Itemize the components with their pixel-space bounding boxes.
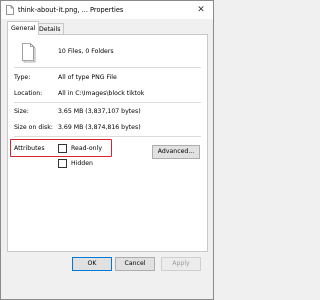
size-on-disk-value: 3.69 MB (3,874,816 bytes) xyxy=(58,124,141,131)
read-only-box[interactable] xyxy=(58,144,67,153)
tab-general[interactable]: General xyxy=(7,21,40,35)
read-only-checkbox[interactable]: Read-only xyxy=(58,144,102,153)
ok-button[interactable]: OK xyxy=(72,257,112,271)
title-bar: think-about-it.png, ... Properties ✕ xyxy=(1,1,213,19)
advanced-button[interactable]: Advanced... xyxy=(152,145,200,159)
hidden-label[interactable]: Hidden xyxy=(71,160,93,167)
window-title: think-about-it.png, ... Properties xyxy=(18,6,124,14)
file-icon xyxy=(6,5,14,15)
file-count: 10 Files, 0 Folders xyxy=(58,48,114,55)
type-label: Type: xyxy=(14,74,31,81)
hidden-checkbox[interactable]: Hidden xyxy=(58,159,93,168)
divider xyxy=(14,136,201,137)
size-label: Size: xyxy=(14,108,29,115)
location-label: Location: xyxy=(14,90,43,97)
general-panel: 10 Files, 0 Folders Type: All of type PN… xyxy=(7,34,208,252)
divider xyxy=(14,67,201,68)
type-value: All of type PNG File xyxy=(58,74,117,81)
tab-strip: General Details xyxy=(7,21,207,35)
read-only-label[interactable]: Read-only xyxy=(71,145,102,152)
apply-button[interactable]: Apply xyxy=(161,257,201,271)
properties-window: think-about-it.png, ... Properties ✕ Gen… xyxy=(0,0,214,300)
location-value: All in C:\Images\block tiktok xyxy=(58,90,145,97)
size-on-disk-label: Size on disk: xyxy=(14,124,53,131)
close-button[interactable]: ✕ xyxy=(193,3,209,17)
files-icon xyxy=(22,43,36,63)
size-value: 3.65 MB (3,837,107 bytes) xyxy=(58,108,141,115)
hidden-box[interactable] xyxy=(58,159,67,168)
divider xyxy=(14,102,201,103)
attributes-label: Attributes xyxy=(14,145,45,152)
cancel-button[interactable]: Cancel xyxy=(115,257,155,271)
